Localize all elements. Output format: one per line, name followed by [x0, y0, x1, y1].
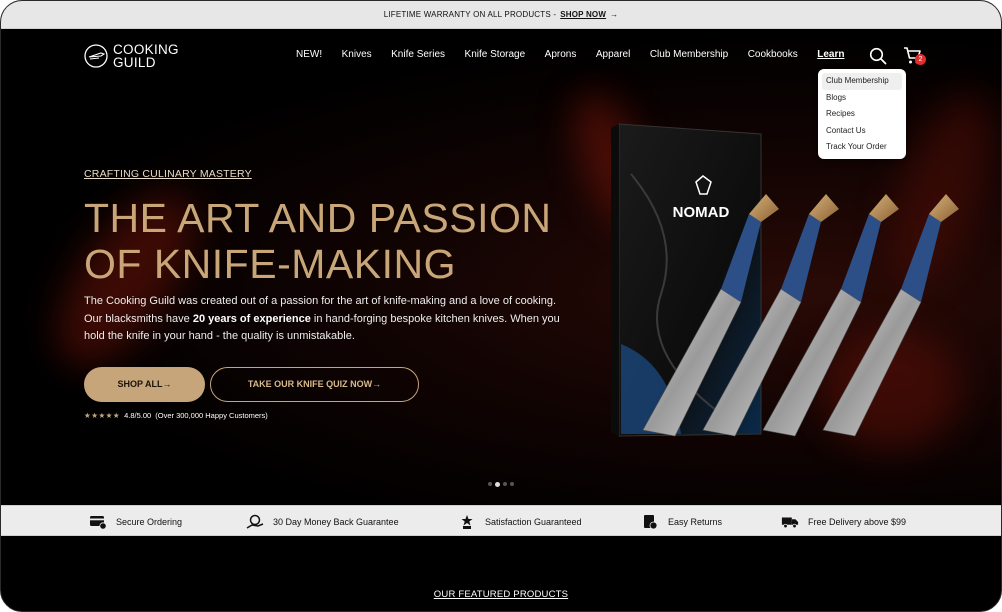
announcement-text: LIFETIME WARRANTY ON ALL PRODUCTS -: [383, 10, 557, 19]
headline-line-1: THE ART AND PASSION: [84, 195, 552, 241]
slide-dot-active[interactable]: [495, 481, 500, 487]
announcement-bar: LIFETIME WARRANTY ON ALL PRODUCTS - SHOP…: [1, 1, 1001, 29]
brand-name-line2: GUILD: [113, 55, 156, 70]
nav-item-learn[interactable]: Learn: [817, 49, 844, 60]
experience-highlight: 20 years of experience: [192, 312, 311, 325]
shop-all-button[interactable]: SHOP ALL→: [84, 367, 205, 402]
rating-summary: ★★★★★ 4.8/5.00 (Over 300,000 Happy Custo…: [84, 411, 268, 420]
star-rating-icon: ★★★★★: [84, 411, 121, 420]
knife-logo-icon: [84, 44, 108, 68]
nav-item-apparel[interactable]: Apparel: [596, 49, 630, 60]
slide-indicator: [488, 481, 514, 487]
trust-item-delivery: Free Delivery above $99: [781, 506, 906, 537]
menu-item-blogs[interactable]: Blogs: [822, 90, 902, 107]
hero-section: COOKING GUILD NEW! Knives Knife Series K…: [1, 29, 1001, 505]
returns-icon: [644, 514, 658, 529]
secure-card-icon: [90, 515, 107, 530]
search-icon[interactable]: [869, 47, 887, 65]
nav-item-knife-storage[interactable]: Knife Storage: [465, 49, 526, 60]
trust-item-secure: Secure Ordering: [89, 506, 182, 537]
nav-item-aprons[interactable]: Aprons: [545, 49, 577, 60]
nav-item-knives[interactable]: Knives: [342, 49, 372, 60]
trust-item-money-back: 30 Day Money Back Guarantee: [246, 506, 399, 537]
slide-dot[interactable]: [488, 482, 492, 486]
knife-quiz-button[interactable]: TAKE OUR KNIFE QUIZ NOW→: [210, 367, 419, 402]
nav-item-new[interactable]: NEW!: [296, 49, 322, 60]
nav-item-knife-series[interactable]: Knife Series: [391, 49, 445, 60]
trust-bar: Secure Ordering 30 Day Money Back Guaran…: [1, 505, 1001, 536]
satisfaction-icon: [461, 514, 473, 529]
featured-products-heading[interactable]: OUR FEATURED PRODUCTS: [1, 589, 1001, 600]
arrow-right-icon: →: [610, 10, 619, 19]
main-nav: NEW! Knives Knife Series Knife Storage A…: [296, 49, 844, 60]
slide-dot[interactable]: [503, 482, 507, 486]
menu-item-club-membership[interactable]: Club Membership: [822, 73, 902, 90]
shop-now-link[interactable]: SHOP NOW: [560, 10, 606, 19]
hero-description: The Cooking Guild was created out of a p…: [84, 295, 560, 342]
brand-logo[interactable]: COOKING GUILD: [84, 43, 179, 69]
delivery-truck-icon: [781, 517, 799, 528]
rating-note: (Over 300,000 Happy Customers): [155, 411, 268, 420]
product-box-label: NOMAD: [673, 204, 730, 221]
headline-line-2: OF KNIFE-MAKING: [84, 241, 456, 287]
nav-item-club-membership[interactable]: Club Membership: [650, 49, 728, 60]
nav-item-cookbooks[interactable]: Cookbooks: [748, 49, 798, 60]
hero-headline: THE ART AND PASSION OF KNIFE-MAKING: [84, 195, 551, 287]
trust-item-satisfaction: Satisfaction Guaranteed: [458, 506, 582, 537]
hero-eyebrow[interactable]: CRAFTING CULINARY MASTERY: [84, 168, 252, 180]
rating-value: 4.8/5.00: [124, 411, 152, 420]
page-frame: LIFETIME WARRANTY ON ALL PRODUCTS - SHOP…: [0, 0, 1002, 612]
slide-dot[interactable]: [510, 482, 514, 486]
nomad-knife-set-image: NOMAD: [611, 123, 959, 437]
trust-item-returns: Easy Returns: [641, 506, 722, 537]
money-back-icon: [246, 514, 264, 529]
cart-count-badge: 2: [915, 54, 926, 65]
